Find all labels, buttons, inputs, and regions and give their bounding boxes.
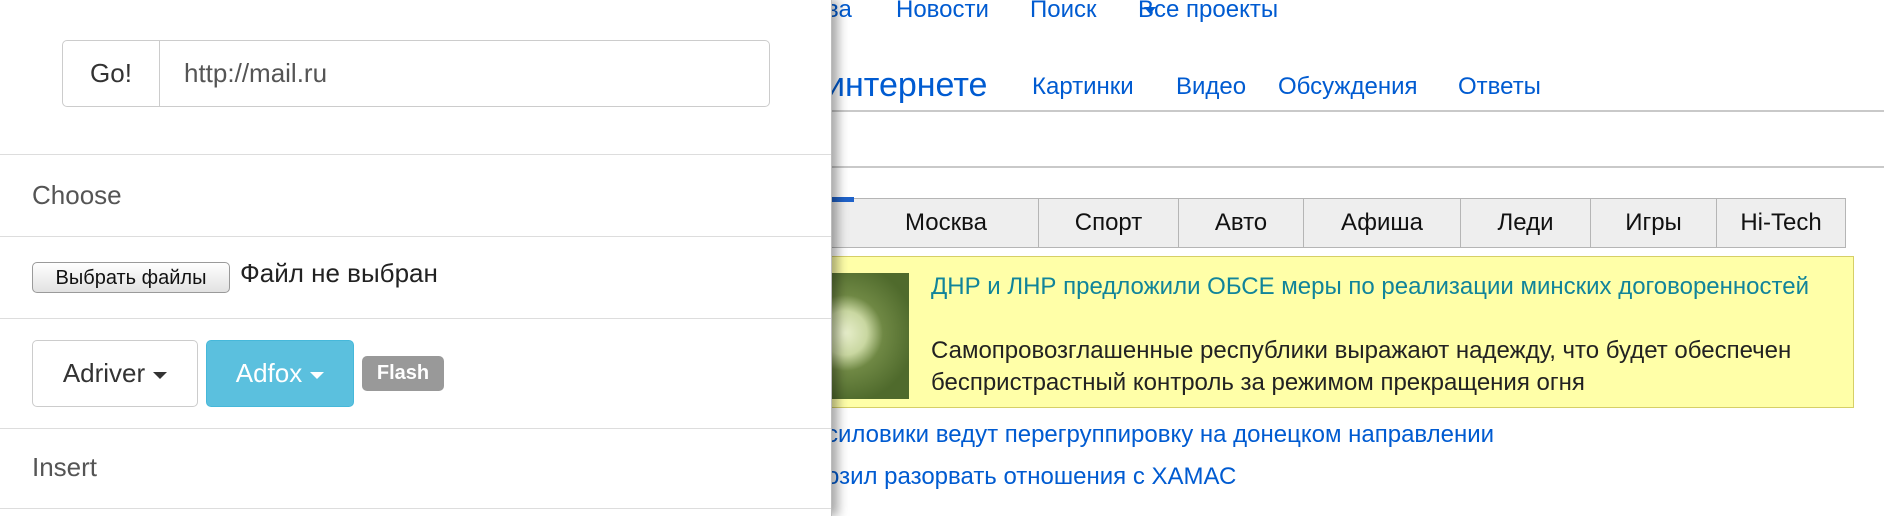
file-status: Файл не выбран <box>240 258 438 288</box>
choose-label: Choose <box>32 180 122 210</box>
divider <box>0 154 831 155</box>
chevron-down-icon <box>310 371 325 379</box>
top-nav-link-news[interactable]: Новости <box>896 0 989 24</box>
featured-news: ДНР и ЛНР предложили ОБСЕ меры по реализ… <box>826 256 1854 408</box>
category-tab-auto[interactable]: Авто <box>1179 199 1304 247</box>
go-button[interactable]: Go! <box>63 41 160 106</box>
divider <box>0 428 831 429</box>
all-projects-label: Все проекты <box>1138 0 1279 23</box>
featured-news-text: Самопровозглашенные республики выражают … <box>931 337 1792 396</box>
category-tab-games[interactable]: Игры <box>1591 199 1717 247</box>
top-nav-link-search[interactable]: Поиск <box>1030 0 1097 24</box>
flash-badge: Flash <box>362 356 444 391</box>
search-tab-internet[interactable]: интернете <box>826 66 987 105</box>
search-tabs-underline <box>826 110 1884 112</box>
search-tab-answers[interactable]: Ответы <box>1458 73 1541 101</box>
category-tab-lady[interactable]: Леди <box>1461 199 1591 247</box>
all-projects-menu[interactable]: Все проекты <box>1138 0 1278 24</box>
divider <box>0 508 831 509</box>
chevron-down-icon <box>153 371 168 379</box>
category-tabs: Москва Спорт Авто Афиша Леди Игры Hi-Tec… <box>826 197 1846 248</box>
search-tab-discussions[interactable]: Обсуждения <box>1278 73 1417 101</box>
insert-label: Insert <box>32 452 98 482</box>
ad-tool-panel: Go! Choose Выбрать файлы Файл не выбран … <box>0 0 832 516</box>
category-tab-sport[interactable]: Спорт <box>1039 199 1179 247</box>
choose-files-button[interactable]: Выбрать файлы <box>32 262 230 293</box>
adriver-dropdown-button[interactable]: Adriver <box>32 340 198 407</box>
adfox-label: Adfox <box>235 358 303 388</box>
category-tab-hitech[interactable]: Hi-Tech <box>1717 199 1845 247</box>
adfox-dropdown-button[interactable]: Adfox <box>206 340 354 407</box>
divider <box>0 318 831 319</box>
divider <box>0 236 831 237</box>
url-input[interactable] <box>160 41 774 106</box>
category-tab-moscow[interactable]: Москва <box>854 199 1039 247</box>
category-tab-afisha[interactable]: Афиша <box>1304 199 1461 247</box>
adriver-label: Adriver <box>62 358 146 388</box>
search-box-edge <box>826 166 1884 168</box>
news-link-1[interactable]: силовики ведут перегруппировку на донецк… <box>826 421 1494 449</box>
news-link-2[interactable]: озил разорвать отношения с ХАМАС <box>826 463 1236 491</box>
url-input-group: Go! <box>62 40 774 107</box>
search-tab-video[interactable]: Видео <box>1176 73 1246 101</box>
search-tab-images[interactable]: Картинки <box>1032 73 1134 101</box>
news-thumbnail[interactable] <box>827 273 909 399</box>
featured-news-title[interactable]: ДНР и ЛНР предложили ОБСЕ меры по реализ… <box>931 271 1831 303</box>
